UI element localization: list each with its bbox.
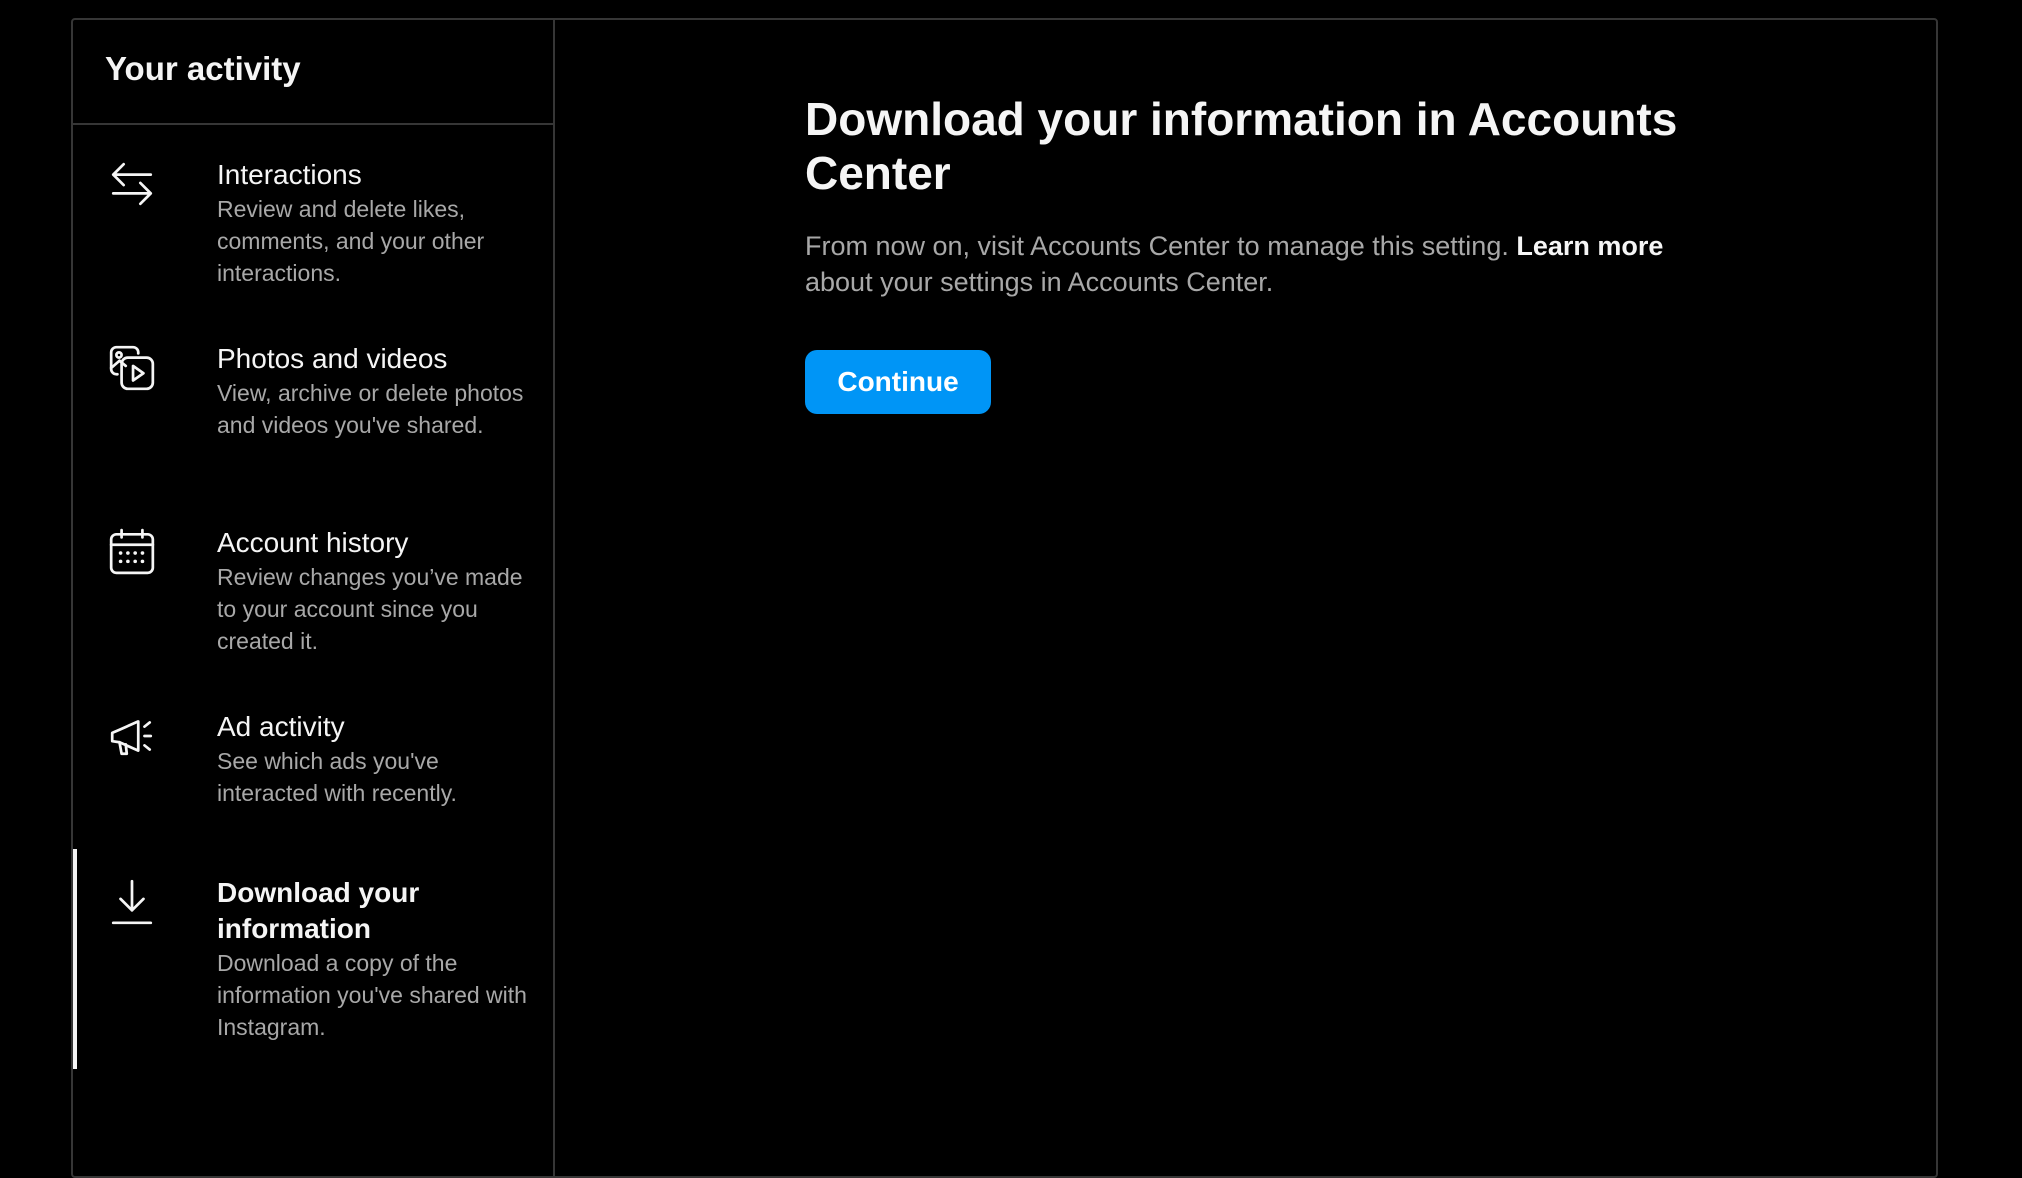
sidebar-item-description: Download a copy of the information you'v… bbox=[217, 950, 527, 1040]
sidebar-item-text: Download your information Download a cop… bbox=[217, 875, 527, 1043]
sidebar-item-label: Download your information bbox=[217, 877, 420, 944]
sidebar-header: Your activity bbox=[73, 20, 553, 125]
sidebar: Your activity Interactions Review and de… bbox=[73, 20, 555, 1176]
sidebar-item-text: Ad activity See which ads you've interac… bbox=[217, 709, 527, 809]
sidebar-item-text: Interactions Review and delete likes, co… bbox=[217, 157, 527, 289]
sidebar-item-description: Review changes you’ve made to your accou… bbox=[217, 564, 523, 654]
sidebar-item-description: View, archive or delete photos and video… bbox=[217, 380, 524, 438]
page-title: Download your information in Accounts Ce… bbox=[805, 93, 1678, 199]
activity-panel: Your activity Interactions Review and de… bbox=[71, 18, 1938, 1178]
sidebar-item-label: Ad activity bbox=[217, 711, 345, 742]
description-text: From now on, visit Accounts Center to ma… bbox=[805, 231, 1517, 261]
sidebar-item-text: Account history Review changes you’ve ma… bbox=[217, 525, 527, 657]
photos-videos-icon bbox=[105, 341, 159, 395]
megaphone-icon bbox=[105, 709, 159, 763]
sidebar-item-label: Account history bbox=[217, 527, 409, 558]
main-content: Download your information in Accounts Ce… bbox=[555, 20, 1936, 1176]
sidebar-item-description: Review and delete likes, comments, and y… bbox=[217, 196, 485, 286]
download-icon bbox=[105, 875, 159, 929]
continue-button[interactable]: Continue bbox=[805, 350, 991, 414]
calendar-icon bbox=[105, 525, 159, 579]
sidebar-item-description: See which ads you've interacted with rec… bbox=[217, 748, 457, 806]
sidebar-item-text: Photos and videos View, archive or delet… bbox=[217, 341, 527, 441]
description-text-end: about your settings in Accounts Center. bbox=[805, 267, 1274, 297]
learn-more-link[interactable]: Learn more bbox=[1516, 231, 1663, 261]
sidebar-item-label: Photos and videos bbox=[217, 343, 448, 374]
sidebar-item-label: Interactions bbox=[217, 159, 362, 190]
page-description: From now on, visit Accounts Center to ma… bbox=[805, 228, 1705, 300]
sidebar-title: Your activity bbox=[105, 49, 301, 87]
interactions-arrows-icon bbox=[105, 157, 159, 211]
